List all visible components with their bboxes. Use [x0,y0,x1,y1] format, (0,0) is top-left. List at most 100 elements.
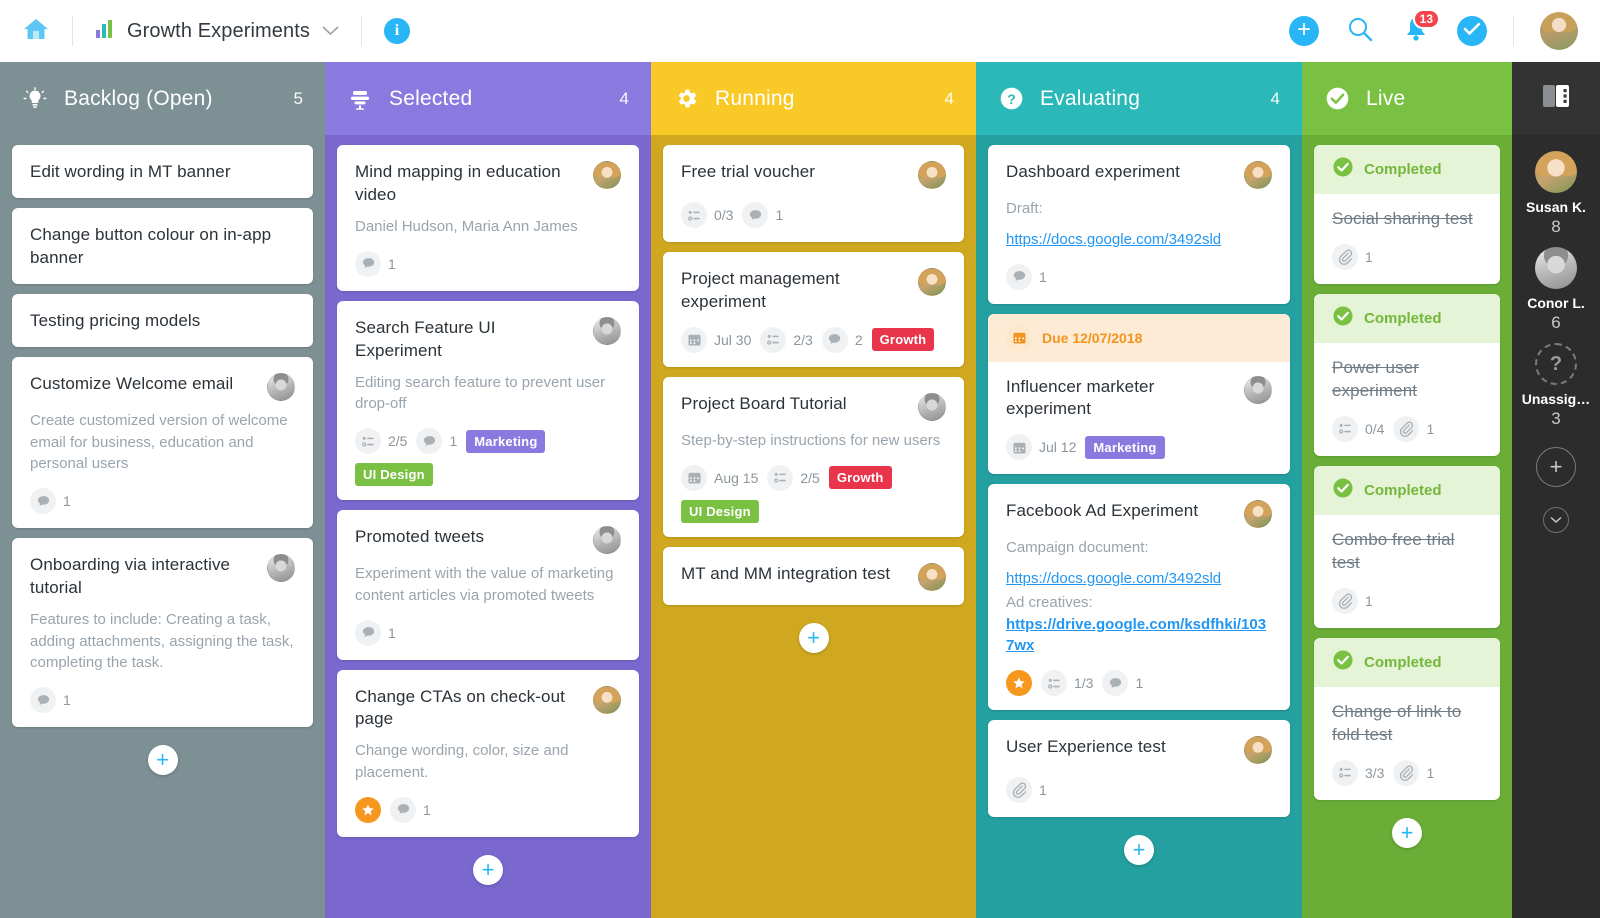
board-selector[interactable]: Growth Experiments [73,19,361,43]
card-meta-comment: 1 [1006,263,1047,290]
add-card-button-live[interactable]: + [1392,817,1422,848]
card-description: Features to include: Creating a task, ad… [30,610,294,672]
add-card-button-evaluating[interactable]: + [1124,835,1154,866]
column-header-evaluating[interactable]: ? Evaluating 4 [976,62,1302,135]
card[interactable]: User Experience test 1 [988,720,1290,818]
my-tasks-button[interactable] [1457,16,1487,46]
add-card-button-running[interactable]: + [798,622,829,653]
column-header-backlog[interactable]: Backlog (Open) 5 [0,62,325,135]
card-tag[interactable]: Growth [828,466,892,490]
card[interactable]: Completed Social sharing test 1 [1314,145,1500,284]
susan-avatar[interactable] [1244,500,1272,529]
calendar-icon [1006,434,1032,461]
avatar[interactable] [1540,12,1578,50]
card[interactable]: Promoted tweets Experiment with the value… [337,510,639,660]
meta-value: 2 [854,331,863,348]
lightbulb-icon [22,86,48,111]
column-header-running[interactable]: Running 4 [651,62,976,135]
checklist-icon [1041,670,1067,697]
card[interactable]: Search Feature UI Experiment Editing sear… [337,300,639,500]
card-title: Power user experiment [1332,357,1419,400]
card[interactable]: Due 12/07/2018 Influencer marketer experi… [988,313,1290,475]
card[interactable]: Change button colour on in-app banner [12,207,313,284]
column-evaluating: ? Evaluating 4 Dashboard experiment Draft: ht… [976,62,1302,918]
card-link[interactable]: https://docs.google.com/3492sld [1006,229,1272,251]
search-button[interactable] [1345,16,1375,46]
susan-avatar[interactable] [1244,161,1272,189]
notifications-button[interactable]: 13 [1401,9,1440,46]
conor-avatar[interactable] [1244,375,1272,404]
comment-icon [390,796,416,823]
susan-avatar[interactable] [1244,736,1272,765]
meta-value: 2/5 [800,469,820,486]
card[interactable]: Change CTAs on check-out page Change word… [337,669,639,837]
member-item[interactable]: ? Unassig… 3 [1522,343,1590,429]
board-info-button[interactable]: i [362,18,432,44]
card[interactable]: Project management experiment Jul 30 2/3 2 G… [663,252,964,367]
card[interactable]: Mind mapping in education video Daniel Hu… [337,145,639,291]
meta-value: 1 [1365,592,1373,609]
chevron-down-icon[interactable] [322,23,339,40]
home-icon [23,17,49,46]
susan-avatar[interactable] [918,268,946,296]
collapse-members-button[interactable] [1543,507,1569,533]
susan-avatar[interactable] [593,685,621,714]
card-due-banner: Due 12/07/2018 [988,313,1290,362]
unassigned-avatar[interactable]: ? [1535,343,1577,385]
check-circle-icon [1324,86,1350,111]
card-header: Testing pricing models [30,310,295,333]
member-item[interactable]: Conor L. 6 [1527,247,1585,333]
card-tag[interactable]: UI Design [681,499,759,523]
add-member-button[interactable]: + [1536,447,1576,487]
susan-avatar[interactable] [593,161,621,189]
completed-label: Completed [1364,481,1442,499]
card-link[interactable]: https://docs.google.com/3492sld [1006,568,1272,590]
member-item[interactable]: Susan K. 8 [1526,151,1586,237]
card-meta-attachment: 1 [1393,759,1434,786]
add-button[interactable]: + [1289,16,1319,46]
conor-avatar[interactable] [593,526,621,554]
card-tag[interactable]: Marketing [466,429,546,453]
meta-value: 1 [1365,248,1373,265]
card-description: Campaign document: [1006,539,1149,557]
card-star[interactable] [1006,670,1032,697]
sidebar-toggle-button[interactable] [1512,62,1600,135]
susan-avatar[interactable] [1535,151,1577,193]
conor-avatar[interactable] [267,372,295,401]
conor-avatar[interactable] [918,392,946,421]
card[interactable]: Facebook Ad Experiment Campaign document:… [988,484,1290,711]
column-count: 5 [293,88,303,108]
card-completed-banner: Completed [1314,465,1500,515]
member-count: 8 [1551,217,1561,236]
card[interactable]: Project Board Tutorial Step-by-step instr… [663,376,964,537]
card[interactable]: Free trial voucher 0/3 1 [663,145,964,242]
conor-avatar[interactable] [1534,247,1577,289]
card-header: Project Board Tutorial [681,392,946,421]
card[interactable]: Completed Combo free trial test 1 [1314,465,1500,628]
conor-avatar[interactable] [593,316,621,345]
add-card-button-selected[interactable]: + [473,854,503,885]
card-tag[interactable]: Growth [871,328,935,352]
column-header-live[interactable]: Live [1302,62,1512,135]
card-tag[interactable]: UI Design [355,463,433,486]
card[interactable]: MT and MM integration test [663,546,964,605]
card-link-2[interactable]: https://drive.google.com/ksdfhki/1037wx [1006,614,1272,658]
card-star[interactable] [355,796,381,823]
conor-avatar[interactable] [267,554,295,582]
card[interactable]: Testing pricing models [12,293,313,347]
card[interactable]: Edit wording in MT banner [12,145,313,198]
card[interactable]: Onboarding via interactive tutorial Featu… [12,538,313,728]
home-button[interactable] [0,17,72,46]
card-tag[interactable]: Marketing [1085,435,1165,459]
card[interactable]: Dashboard experiment Draft: https://docs.g… [988,145,1290,304]
card[interactable]: Completed Power user experiment 0/4 1 [1314,293,1500,456]
column-header-selected[interactable]: Selected 4 [325,62,651,135]
card[interactable]: Completed Change of link to fold test 3/3 1 [1314,637,1500,800]
susan-avatar[interactable] [918,161,946,189]
member-list: Susan K. 8 Conor L. 6 ? Unassig… 3 + [1512,135,1600,533]
susan-avatar[interactable] [918,562,946,591]
add-card-button-backlog[interactable]: + [147,745,178,776]
card[interactable]: Customize Welcome email Create customized… [12,356,313,528]
checklist-icon [760,326,787,353]
member-count: 3 [1551,409,1561,428]
